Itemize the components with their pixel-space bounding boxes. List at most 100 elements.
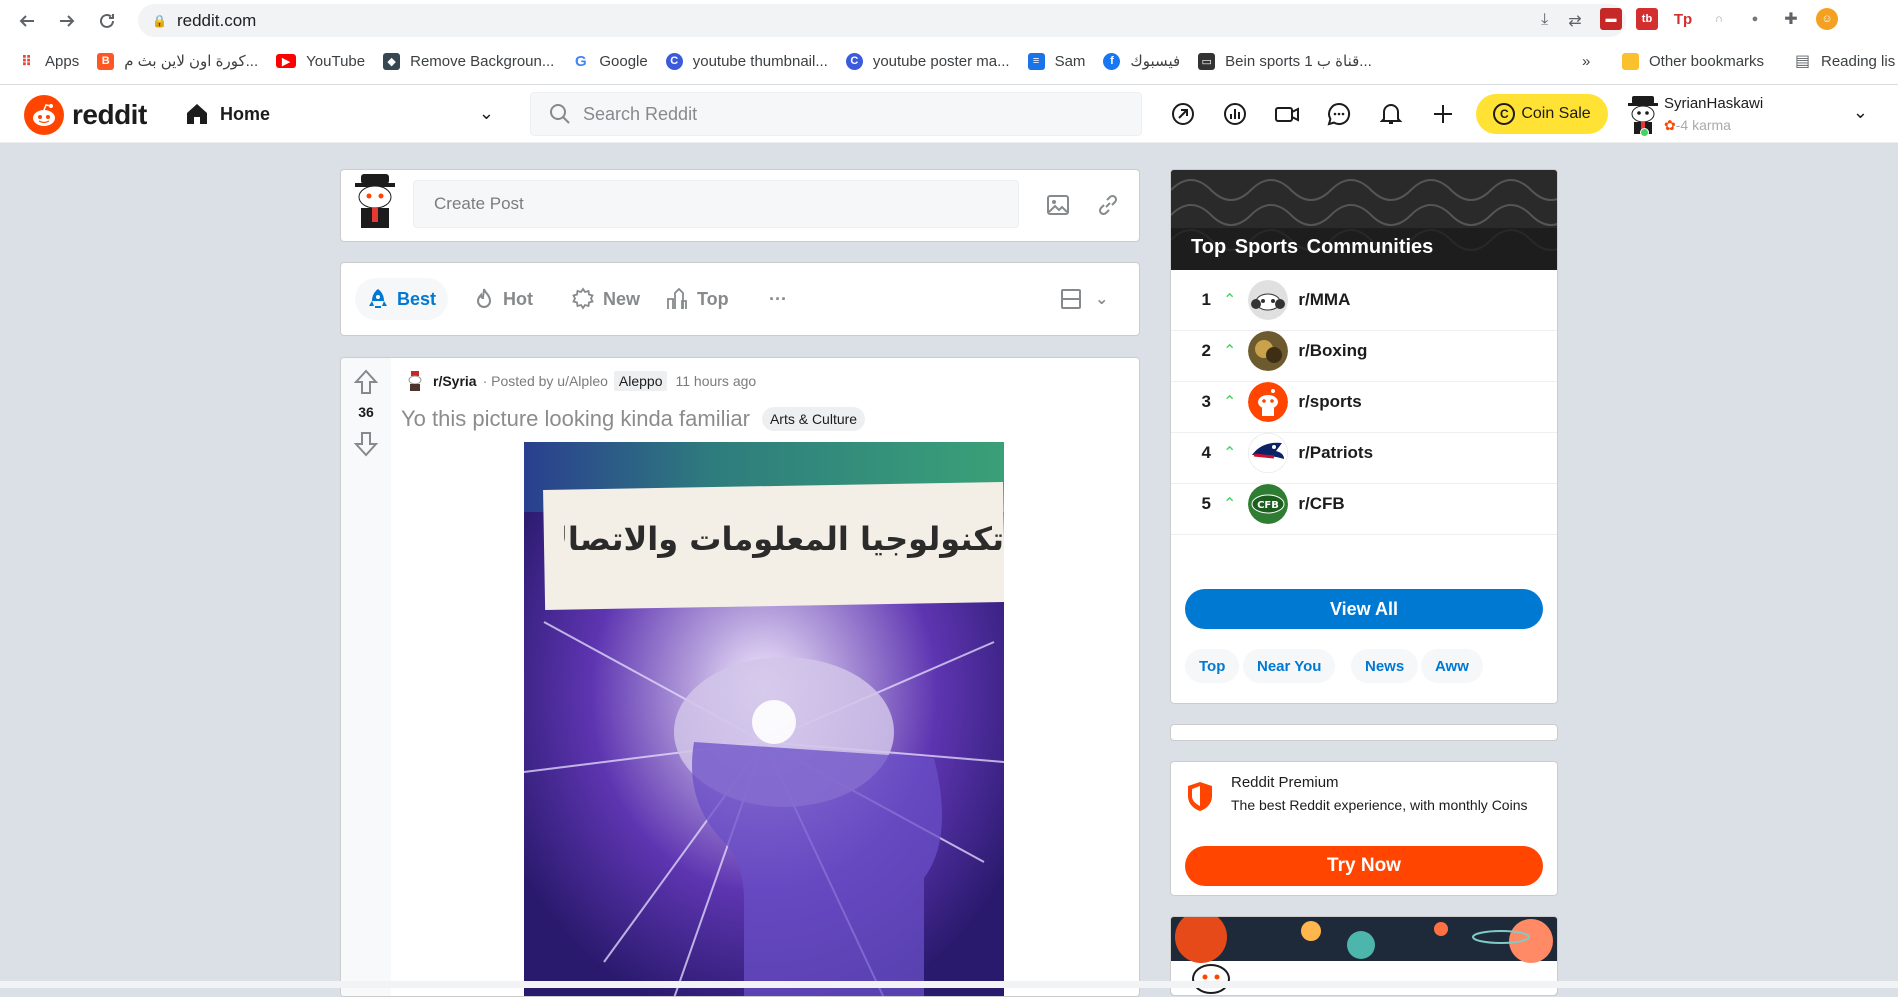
card-layout-icon bbox=[1061, 289, 1081, 309]
user-avatar[interactable] bbox=[349, 170, 401, 232]
youtube-icon: ▶ bbox=[276, 54, 297, 68]
pill-near-you[interactable]: Near You bbox=[1243, 649, 1336, 683]
sort-more-button[interactable]: ··· bbox=[757, 278, 799, 320]
post-image[interactable]: تكنولوجيا المعلومات والاتصالات bbox=[524, 442, 1004, 996]
pill-top[interactable]: Top bbox=[1185, 649, 1240, 683]
downvote-icon[interactable] bbox=[353, 430, 379, 458]
sort-new-button[interactable]: New bbox=[559, 278, 652, 320]
bookmark-label: youtube thumbnail... bbox=[692, 52, 828, 70]
video-button[interactable] bbox=[1272, 99, 1302, 129]
post-card[interactable]: 36 r/Syria · Posted by u/Alpleo Aleppo 1… bbox=[340, 357, 1140, 997]
bookmark-label: Apps bbox=[45, 52, 80, 70]
chat-bubble-icon bbox=[1327, 102, 1351, 126]
trend-up-icon: ⌃ bbox=[1223, 496, 1237, 513]
search-input[interactable] bbox=[583, 103, 1083, 125]
extension-icon-3[interactable]: Tp bbox=[1672, 8, 1694, 30]
reddit-logo[interactable]: reddit bbox=[24, 95, 147, 135]
search-bar[interactable] bbox=[530, 92, 1142, 136]
plus-icon bbox=[1434, 105, 1452, 123]
bookmark-kora[interactable]: B كورة اون لاين بث م... bbox=[97, 52, 258, 70]
bookmark-label: Bein sports 1 قناة ب... bbox=[1225, 53, 1372, 70]
posted-by[interactable]: · Posted by u/Alpleo bbox=[483, 373, 608, 389]
home-icon bbox=[187, 104, 207, 124]
popular-arrow-icon bbox=[1172, 103, 1194, 125]
bookmark-yt-thumbnail[interactable]: C youtube thumbnail... bbox=[665, 52, 828, 70]
coin-sale-button[interactable]: C Coin Sale bbox=[1476, 94, 1608, 134]
sort-hot-button[interactable]: Hot bbox=[461, 278, 545, 320]
premium-description: The best Reddit experience, with monthly… bbox=[1231, 797, 1528, 813]
chart-bars-icon bbox=[1224, 103, 1246, 125]
reload-button[interactable] bbox=[94, 8, 120, 34]
create-post-button[interactable] bbox=[1428, 99, 1458, 129]
bookmark-other[interactable]: Other bookmarks bbox=[1622, 52, 1764, 70]
karma-flower-icon: ✿ bbox=[1664, 117, 1676, 133]
extension-icon-5[interactable]: ● bbox=[1744, 8, 1766, 30]
post-flair[interactable]: Arts & Culture bbox=[761, 407, 866, 431]
community-rank: 3 bbox=[1201, 392, 1211, 411]
all-button[interactable] bbox=[1220, 99, 1250, 129]
puzzle-icon[interactable]: ✚ bbox=[1780, 8, 1802, 30]
reading-list[interactable]: ▤ Reading lis bbox=[1794, 53, 1895, 71]
notifications-button[interactable] bbox=[1376, 99, 1406, 129]
community-name: r/MMA bbox=[1298, 290, 1351, 309]
try-now-button[interactable]: Try Now bbox=[1185, 846, 1543, 886]
create-post-input[interactable]: Create Post bbox=[413, 180, 1019, 228]
profile-avatar-icon[interactable]: ☺ bbox=[1816, 8, 1838, 30]
removebg-icon: ◆ bbox=[383, 52, 401, 70]
upvote-icon[interactable] bbox=[353, 368, 379, 396]
top-communities-widget: Top Sports Communities 1 ⌃ r/MMA 2 ⌃ r/B… bbox=[1170, 169, 1558, 704]
view-all-button[interactable]: View All bbox=[1185, 589, 1543, 629]
bookmark-yt-poster[interactable]: C youtube poster ma... bbox=[845, 52, 1010, 70]
community-name: r/sports bbox=[1298, 392, 1362, 411]
image-upload-icon[interactable] bbox=[1045, 192, 1071, 218]
bookmark-bein[interactable]: ▭ Bein sports 1 قناة ب... bbox=[1198, 52, 1372, 70]
video-camera-icon bbox=[1275, 107, 1299, 122]
home-dropdown[interactable]: Home ⌄ bbox=[180, 95, 502, 133]
apps-grid-icon: ⠿ bbox=[21, 52, 32, 69]
view-layout-button[interactable]: ⌄ bbox=[1053, 278, 1114, 320]
book-cover-title: تكنولوجيا المعلومات والاتصالات bbox=[564, 520, 1004, 558]
reddit-wordmark: reddit bbox=[72, 99, 147, 130]
bookmark-sam[interactable]: ≡ Sam bbox=[1027, 52, 1085, 70]
sort-top-button[interactable]: Top bbox=[653, 278, 741, 320]
browser-chrome: 🔒 reddit.com ⤓ ⇄ ☆ ▬ tb Tp ∩ ● ✚ ☺ ⠿ App… bbox=[0, 0, 1898, 85]
flame-icon bbox=[476, 288, 492, 308]
bookmark-youtube[interactable]: ▶ YouTube bbox=[276, 53, 365, 70]
subreddit-link[interactable]: r/Syria bbox=[433, 373, 477, 389]
snoo-icon bbox=[24, 95, 64, 135]
trend-up-icon: ⌃ bbox=[1223, 343, 1237, 360]
extension-icon-1[interactable]: ▬ bbox=[1600, 8, 1622, 30]
install-icon[interactable]: ⤓ bbox=[1541, 11, 1548, 31]
link-icon[interactable] bbox=[1095, 192, 1121, 218]
shield-icon bbox=[1188, 782, 1212, 811]
bookmark-label: Remove Backgroun... bbox=[410, 52, 555, 70]
community-rank: 2 bbox=[1201, 341, 1211, 360]
chevron-down-icon: ⌄ bbox=[1095, 291, 1109, 308]
chat-button[interactable] bbox=[1324, 99, 1354, 129]
bookmark-remove-bg[interactable]: ◆ Remove Backgroun... bbox=[383, 52, 555, 70]
post-title[interactable]: Yo this picture looking kinda familiar bbox=[401, 406, 750, 432]
community-row[interactable]: 5 ⌃ CFB r/CFB bbox=[1171, 474, 1557, 535]
extension-icon-4[interactable]: ∩ bbox=[1708, 8, 1730, 30]
back-button[interactable] bbox=[14, 8, 40, 34]
bookmark-facebook[interactable]: f فيسبوك bbox=[1103, 52, 1180, 70]
post-time[interactable]: 11 hours ago bbox=[675, 373, 756, 389]
pill-aww[interactable]: Aww bbox=[1421, 649, 1483, 683]
status-bar bbox=[0, 981, 1898, 988]
popular-button[interactable] bbox=[1168, 99, 1198, 129]
subreddit-avatar-icon[interactable] bbox=[405, 370, 425, 392]
bookmark-apps[interactable]: ⠿ Apps bbox=[18, 53, 79, 70]
bookmark-label: youtube poster ma... bbox=[872, 52, 1010, 70]
user-menu[interactable]: SyrianHaskawi ✿-4 karma ⌄ bbox=[1626, 90, 1886, 138]
address-bar[interactable]: 🔒 reddit.com ⤓ ⇄ ☆ bbox=[138, 4, 1626, 37]
sort-hot-label: Hot bbox=[503, 288, 533, 309]
community-name: r/Patriots bbox=[1298, 443, 1374, 462]
forward-button[interactable] bbox=[54, 8, 80, 34]
extension-icon-2[interactable]: tb bbox=[1636, 8, 1658, 30]
blogger-icon: B bbox=[97, 52, 115, 70]
bookmark-google[interactable]: G Google bbox=[572, 53, 648, 70]
translate-icon[interactable]: ⇄ bbox=[1568, 11, 1581, 31]
pill-news[interactable]: News bbox=[1351, 649, 1419, 683]
bookmarks-more-button[interactable]: » bbox=[1582, 53, 1590, 70]
sort-best-button[interactable]: Best bbox=[355, 278, 449, 320]
